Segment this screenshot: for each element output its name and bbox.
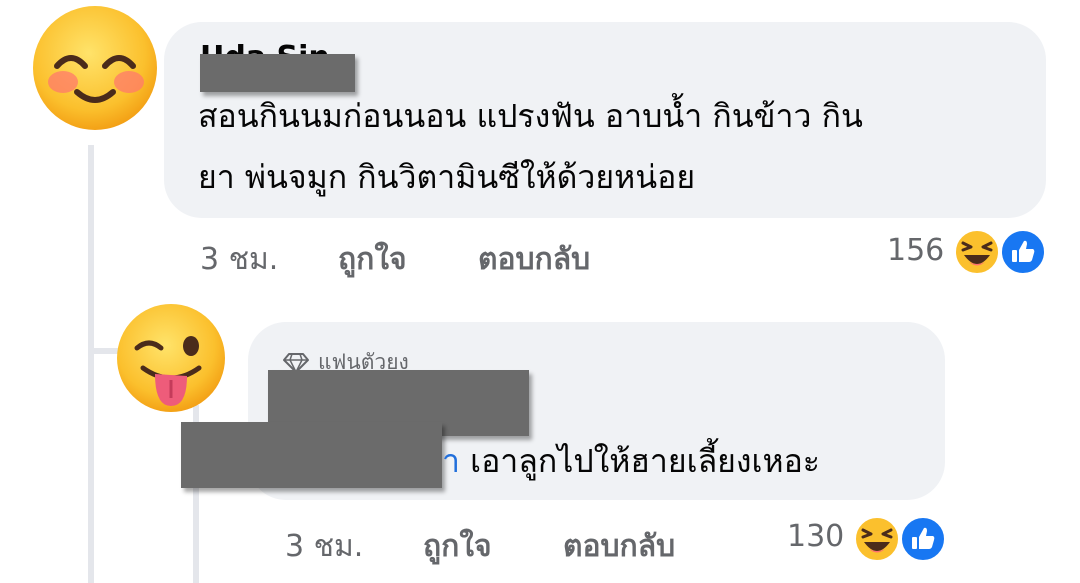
thread-line-vertical: [88, 145, 94, 583]
laugh-emoji-icon: [954, 229, 1000, 275]
mention-link[interactable]: า: [442, 442, 460, 480]
reply-button[interactable]: ตอบกลับ: [478, 236, 590, 283]
like-thumb-icon: [900, 516, 946, 562]
like-thumb-icon: [1000, 229, 1046, 275]
winking-tongue-emoji-icon: [117, 304, 225, 412]
reply-like-button[interactable]: ถูกใจ: [423, 523, 492, 570]
reply-timestamp[interactable]: 3 ชม.: [285, 523, 363, 570]
laugh-emoji-icon: [854, 516, 900, 562]
reply-text: า เอาลูกไปให้ฮายเลี้ยงเหอะ: [442, 441, 820, 482]
reply-reaction-count[interactable]: 130: [787, 519, 844, 554]
comment-timestamp[interactable]: 3 ชม.: [200, 236, 278, 283]
redacted-mention: [181, 422, 442, 488]
reply-message: เอาลูกไปให้ฮายเลี้ยงเหอะ: [470, 442, 820, 480]
smiling-blush-emoji-icon: [33, 6, 157, 130]
comment-text-line-2: ยา พ่นจมูก กินวิตามินซีให้ด้วยหน่อย: [198, 158, 696, 196]
redacted-author-name: [200, 54, 355, 92]
reply-reply-button[interactable]: ตอบกลับ: [563, 523, 675, 570]
like-button[interactable]: ถูกใจ: [338, 236, 407, 283]
comment-text-line-1: สอนกินนมก่อนนอน แปรงฟัน อาบน้ำ กินข้าว ก…: [198, 97, 863, 135]
reply-avatar[interactable]: [115, 302, 227, 414]
reaction-count[interactable]: 156: [887, 233, 944, 268]
commenter-avatar[interactable]: [31, 4, 159, 132]
